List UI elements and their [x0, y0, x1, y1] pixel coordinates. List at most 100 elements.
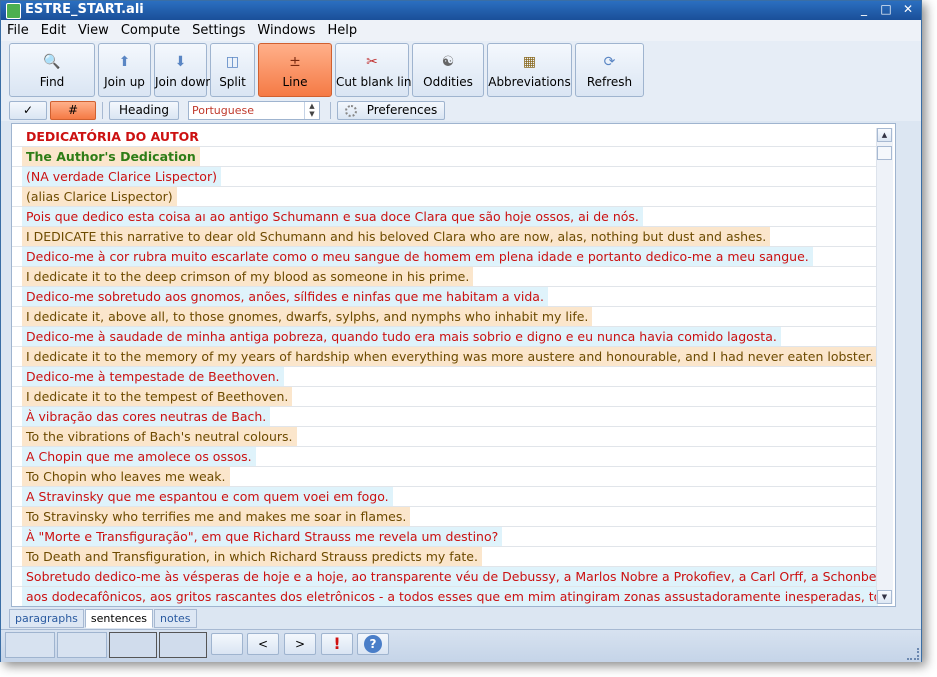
- maximize-button[interactable]: □: [877, 1, 895, 18]
- spinner-arrows-icon[interactable]: ▲ ▼: [304, 102, 319, 119]
- close-button[interactable]: ✕: [899, 1, 917, 18]
- sentence-row[interactable]: Dedico-me sobretudo aos gnomos, anões, s…: [12, 287, 878, 307]
- menu-settings[interactable]: Settings: [186, 23, 251, 38]
- refresh-label: Refresh: [586, 75, 633, 89]
- sentence-row[interactable]: I dedicate it to the tempest of Beethove…: [12, 387, 878, 407]
- sentence-row[interactable]: To Death and Transfiguration, in which R…: [12, 547, 878, 567]
- sentence-row[interactable]: To Chopin who leaves me weak.: [12, 467, 878, 487]
- menu-compute[interactable]: Compute: [115, 23, 186, 38]
- sentence-row[interactable]: (NA verdade Clarice Lispector): [12, 167, 878, 187]
- minimize-button[interactable]: _: [855, 1, 873, 18]
- menu-file[interactable]: File: [1, 23, 35, 38]
- tab-sentences[interactable]: sentences: [84, 609, 153, 628]
- sentence-text: I dedicate it to the deep crimson of my …: [22, 267, 474, 286]
- abbreviations-label: Abbreviations: [488, 75, 571, 89]
- arrow-down-icon: ⬇: [174, 54, 187, 70]
- abbreviations-icon: ▦: [522, 54, 537, 70]
- sentence-text: I DEDICATE this narrative to dear old Sc…: [22, 227, 771, 246]
- sentence-row[interactable]: (alias Clarice Lispector): [12, 187, 878, 207]
- sentence-text: To Death and Transfiguration, in which R…: [22, 547, 482, 566]
- refresh-icon: ⟳: [603, 54, 616, 70]
- scroll-down-icon[interactable]: ▼: [877, 590, 892, 604]
- sentence-row[interactable]: A Stravinsky que me espantou e com quem …: [12, 487, 878, 507]
- sentence-row[interactable]: À "Morte e Transfiguração", em que Richa…: [12, 527, 878, 547]
- sentence-row[interactable]: Dedico-me à saudade de minha antiga pobr…: [12, 327, 878, 347]
- sentence-row[interactable]: aos dodecafônicos, aos gritos rascantes …: [12, 587, 878, 606]
- vertical-scrollbar[interactable]: ▲ ▼: [876, 128, 893, 604]
- app-icon: [6, 3, 21, 19]
- sentence-text: The Author's Dedication: [22, 147, 200, 166]
- sentence-text: To Stravinsky who terrifies me and makes…: [22, 507, 411, 526]
- split-label: Split: [219, 75, 246, 89]
- scroll-thumb[interactable]: [877, 146, 892, 160]
- blank-button[interactable]: [211, 633, 243, 655]
- sentence-rows: DEDICATÓRIA DO AUTOR The Author's Dedicat…: [12, 127, 878, 606]
- sentence-row[interactable]: Sobretudo dedico-me às vésperas de hoje …: [12, 567, 878, 587]
- sentence-text: À "Morte e Transfiguração", em que Richa…: [22, 527, 503, 546]
- sentence-text: Dedico-me à tempestade de Beethoven.: [22, 367, 284, 386]
- language-value: Portuguese: [192, 104, 254, 117]
- toolbar: 🔍 Find ⬆ Join up ⬇ Join down ◫ Split ± L…: [1, 41, 921, 99]
- plus-minus-icon: ±: [289, 54, 301, 70]
- split-button[interactable]: ◫ Split: [210, 43, 255, 97]
- sentence-row[interactable]: DEDICATÓRIA DO AUTOR: [12, 127, 878, 147]
- sentence-row[interactable]: To the vibrations of Bach's neutral colo…: [12, 427, 878, 447]
- sentence-row[interactable]: To Stravinsky who terrifies me and makes…: [12, 507, 878, 527]
- scroll-up-icon[interactable]: ▲: [877, 128, 892, 142]
- prev-button[interactable]: <: [247, 633, 279, 655]
- menu-edit[interactable]: Edit: [35, 23, 72, 38]
- sentence-text: Dedico-me à cor rubra muito escarlate co…: [22, 247, 813, 266]
- menu-bar: File Edit View Compute Settings Windows …: [1, 20, 921, 42]
- tab-paragraphs[interactable]: paragraphs: [9, 609, 84, 628]
- line-button[interactable]: ± Line: [258, 43, 332, 97]
- sentence-row[interactable]: I dedicate it to the deep crimson of my …: [12, 267, 878, 287]
- sentence-text: Dedico-me sobretudo aos gnomos, anões, s…: [22, 287, 548, 306]
- sentence-text: A Stravinsky que me espantou e com quem …: [22, 487, 393, 506]
- tab-notes[interactable]: notes: [154, 609, 197, 628]
- view-tabs: paragraphs sentences notes: [9, 609, 198, 628]
- help-button[interactable]: ?: [357, 633, 389, 655]
- status-bar: < > ! ?: [1, 629, 921, 662]
- menu-windows[interactable]: Windows: [251, 23, 321, 38]
- menu-help[interactable]: Help: [321, 23, 363, 38]
- help-icon: ?: [364, 635, 382, 653]
- arrow-up-icon: ⬆: [118, 54, 131, 70]
- title-bar: ESTRE_START.ali _ □ ✕: [1, 1, 921, 20]
- cut-blank-lines-label: Cut blank lines: [336, 75, 426, 89]
- sentence-row[interactable]: À vibração das cores neutras de Bach.: [12, 407, 878, 427]
- preferences-button[interactable]: Preferences: [337, 101, 445, 120]
- oddities-label: Oddities: [423, 75, 473, 89]
- refresh-button[interactable]: ⟳ Refresh: [575, 43, 644, 97]
- next-button[interactable]: >: [284, 633, 316, 655]
- sentence-row[interactable]: I DEDICATE this narrative to dear old Sc…: [12, 227, 878, 247]
- sentence-row[interactable]: Dedico-me à tempestade de Beethoven.: [12, 367, 878, 387]
- cut-blank-lines-button[interactable]: ✂ Cut blank lines: [335, 43, 426, 97]
- app-window: ESTRE_START.ali _ □ ✕ File Edit View Com…: [0, 0, 922, 662]
- resize-grip-icon[interactable]: [907, 648, 919, 660]
- oddities-button[interactable]: ☯ Oddities: [412, 43, 484, 97]
- language-select[interactable]: Portuguese ▲ ▼: [188, 101, 320, 120]
- join-up-button[interactable]: ⬆ Join up: [98, 43, 151, 97]
- hash-toggle[interactable]: #: [50, 101, 96, 120]
- sentence-text: I dedicate it to the memory of my years …: [22, 347, 878, 366]
- sentence-row[interactable]: I dedicate it, above all, to those gnome…: [12, 307, 878, 327]
- divider: [330, 102, 331, 119]
- join-up-label: Join up: [104, 75, 145, 89]
- window-title: ESTRE_START.ali: [25, 2, 144, 17]
- menu-view[interactable]: View: [72, 23, 115, 38]
- abbreviations-button[interactable]: ▦ Abbreviations: [487, 43, 572, 97]
- alert-button[interactable]: !: [321, 633, 353, 655]
- check-toggle[interactable]: ✓: [9, 101, 47, 120]
- alignment-table[interactable]: DEDICATÓRIA DO AUTOR The Author's Dedicat…: [11, 123, 896, 607]
- heading-button[interactable]: Heading: [109, 101, 179, 120]
- join-down-button[interactable]: ⬇ Join down: [154, 43, 213, 97]
- sentence-row[interactable]: A Chopin que me amolece os ossos.: [12, 447, 878, 467]
- find-button[interactable]: 🔍 Find: [9, 43, 95, 97]
- oddities-icon: ☯: [441, 54, 455, 70]
- sentence-row[interactable]: The Author's Dedication: [12, 147, 878, 167]
- sentence-row[interactable]: Pois que dedico esta coisa aı ao antigo …: [12, 207, 878, 227]
- sentence-text: Pois que dedico esta coisa aı ao antigo …: [22, 207, 643, 226]
- sentence-text: (alias Clarice Lispector): [22, 187, 177, 206]
- sentence-row[interactable]: Dedico-me à cor rubra muito escarlate co…: [12, 247, 878, 267]
- sentence-row[interactable]: I dedicate it to the memory of my years …: [12, 347, 878, 367]
